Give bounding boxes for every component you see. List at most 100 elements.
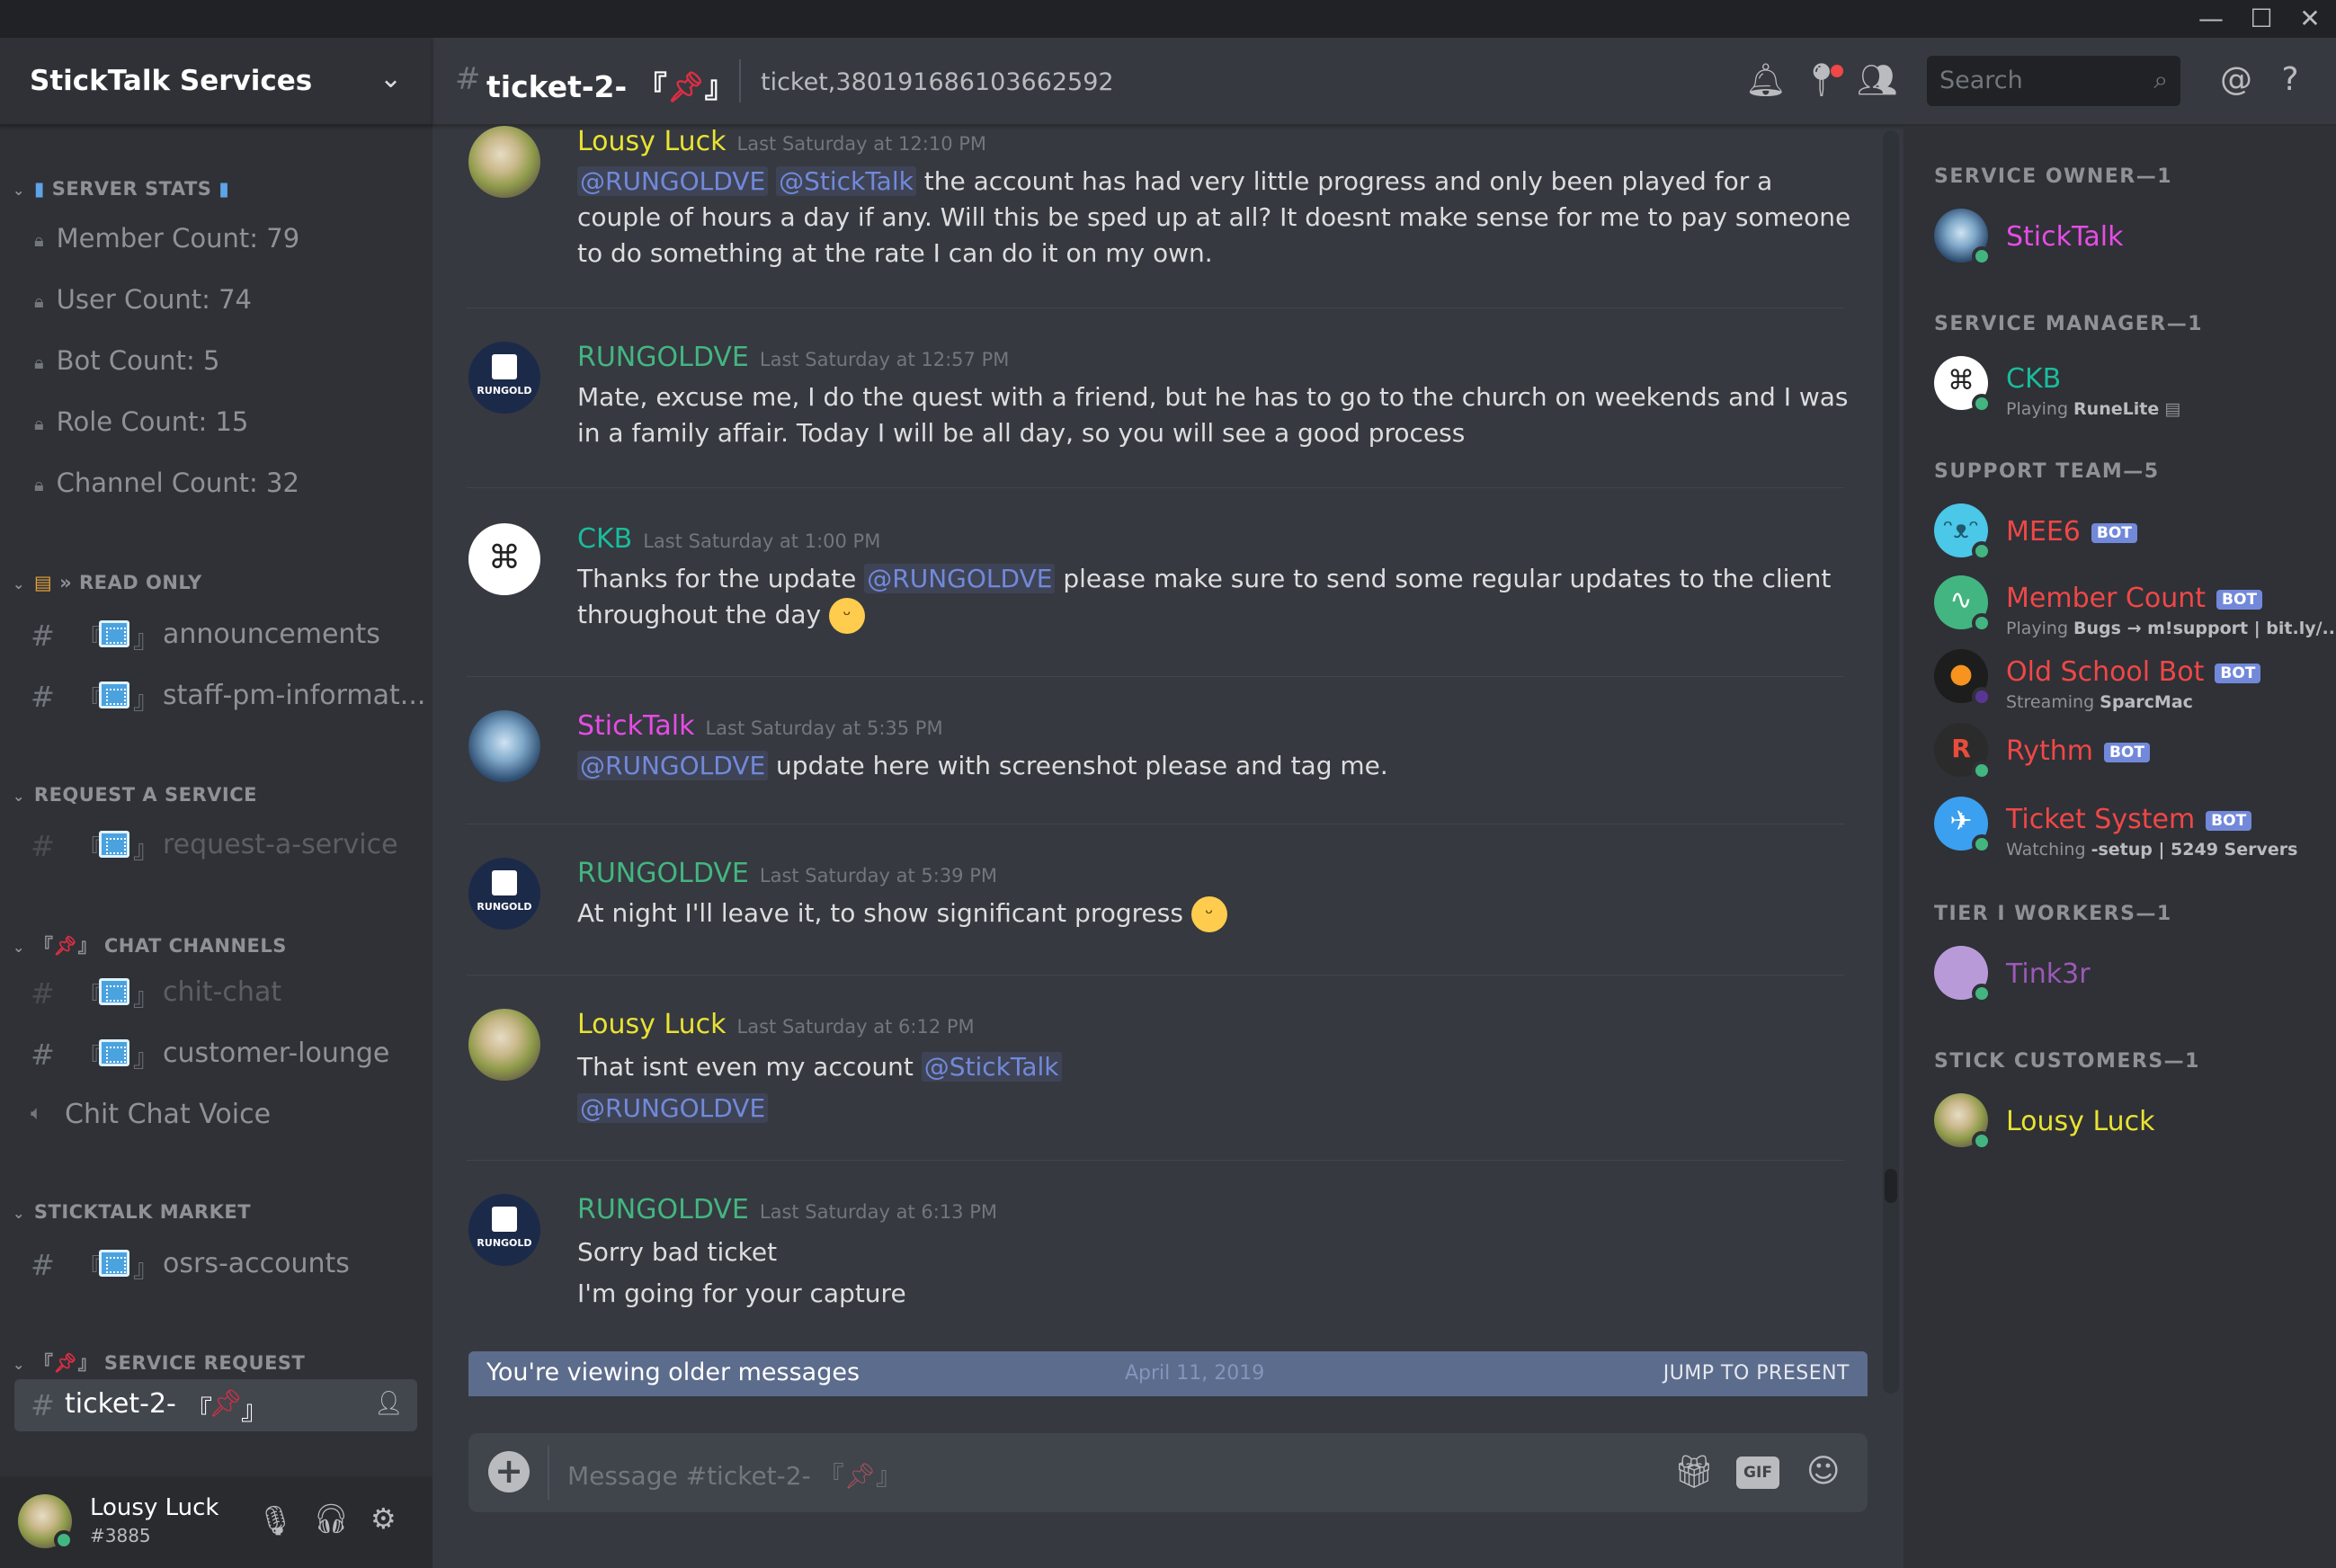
member-mee6[interactable]: ᵔᴥᵔ MEE6 BOT	[1934, 503, 2330, 566]
caret-icon: ⌄	[13, 788, 25, 805]
channel-topic: ticket,380191686103662592	[761, 68, 1114, 96]
category-server-stats[interactable]: ⌄ ▮ SERVER STATS ▮	[13, 178, 229, 200]
gift-icon[interactable]: 🎁︎	[1673, 1453, 1715, 1491]
title-bar: — ☐ ✕	[0, 0, 2336, 38]
timestamp: Last Saturday at 5:35 PM	[705, 717, 943, 739]
mention[interactable]: @StickTalk	[776, 166, 916, 196]
member-activity: Playing RuneLite ▤	[2006, 399, 2180, 419]
minimize-button[interactable]: —	[2183, 0, 2239, 38]
author-avatar[interactable]	[468, 1009, 540, 1081]
author-name[interactable]: RUNGOLDVE	[577, 1194, 749, 1225]
help-icon[interactable]: ?	[2270, 61, 2310, 98]
add-member-icon[interactable]: 👤︎	[374, 1390, 404, 1417]
member-lousy-luck[interactable]: Lousy Luck	[1934, 1093, 2330, 1156]
jump-to-present-button[interactable]: JUMP TO PRESENT	[1663, 1362, 1850, 1385]
bell-icon[interactable]: 🔔︎	[1745, 61, 1787, 99]
message-body: That isnt even my account @StickTalk @RUN…	[577, 1047, 1854, 1129]
message-input[interactable]: Message #ticket-2- 『📌︎』	[567, 1457, 901, 1492]
author-name[interactable]: Lousy Luck	[577, 126, 727, 157]
caret-icon: ⌄	[13, 575, 25, 592]
member-rythm[interactable]: R Rythm BOT	[1934, 723, 2330, 786]
lock-icon: 🔒︎	[34, 413, 44, 434]
chart-icon: ▮	[218, 178, 230, 200]
category-chat-channels[interactable]: ⌄ 『📌︎』 CHAT CHANNELS	[13, 931, 287, 958]
channel-osrs-accounts[interactable]: # 『』 osrs-accounts	[14, 1239, 417, 1287]
category-read-only[interactable]: ⌄ ▤ » READ ONLY	[13, 572, 202, 593]
mention[interactable]: @RUNGOLDVE	[577, 1093, 769, 1123]
chevron-down-icon[interactable]: ⌄	[379, 63, 402, 94]
author-name[interactable]: RUNGOLDVE	[577, 858, 749, 889]
author-avatar[interactable]: ⌘	[468, 523, 540, 595]
author-name[interactable]: Lousy Luck	[577, 1009, 727, 1040]
member-sticktalk[interactable]: StickTalk	[1934, 209, 2330, 272]
stat-role-count[interactable]: 🔒︎ Role Count: 15	[34, 406, 248, 437]
member-old-school-bot[interactable]: ● Old School Bot BOT Streaming SparcMac	[1934, 649, 2330, 712]
unread-dot	[1831, 65, 1843, 77]
headphones-icon[interactable]: 🎧︎	[313, 1501, 350, 1536]
author-avatar[interactable]: RUNGOLD	[468, 342, 540, 414]
building-icon	[99, 682, 129, 708]
lock-icon: 🔒︎	[34, 352, 44, 373]
message-composer: + Message #ticket-2- 『📌︎』 🎁︎ GIF ☺	[468, 1433, 1868, 1512]
author-name[interactable]: RUNGOLDVE	[577, 342, 749, 373]
author-name[interactable]: StickTalk	[577, 710, 694, 742]
online-status-icon	[1972, 394, 1992, 414]
channel-announcements[interactable]: # 『』 announcements	[14, 610, 417, 658]
channel-customer-lounge[interactable]: # 『』 customer-lounge	[14, 1029, 417, 1077]
maximize-button[interactable]: ☐	[2233, 0, 2289, 38]
mention[interactable]: @RUNGOLDVE	[577, 751, 769, 780]
role-header-manager: SERVICE MANAGER—1	[1934, 313, 2204, 335]
pushpin-icon: 📌︎	[209, 1388, 244, 1420]
category-request-service[interactable]: ⌄ REQUEST A SERVICE	[13, 784, 257, 806]
mention[interactable]: @StickTalk	[921, 1052, 1062, 1082]
activity-verb: Watching	[2006, 840, 2091, 860]
author-avatar[interactable]: RUNGOLD	[468, 1194, 540, 1266]
emoji-picker-icon[interactable]: ☺	[1806, 1453, 1841, 1490]
channel-chit-chat[interactable]: # 『』 chit-chat	[14, 967, 417, 1016]
member-ticket-system[interactable]: ✈ Ticket System BOT Watching -setup | 524…	[1934, 797, 2330, 860]
microphone-icon[interactable]: 🎙︎	[257, 1503, 294, 1537]
stat-bot-count[interactable]: 🔒︎ Bot Count: 5	[34, 345, 219, 376]
author-line: StickTalk Last Saturday at 5:35 PM	[577, 710, 943, 742]
member-list-icon[interactable]: 👥︎	[1857, 61, 1898, 99]
member-name: Member Count BOT	[2006, 583, 2263, 614]
mention[interactable]: @RUNGOLDVE	[577, 166, 769, 196]
locked-hash-icon: #	[31, 1038, 55, 1072]
bot-tag: BOT	[2216, 589, 2263, 610]
settings-gear-icon[interactable]: ⚙	[370, 1501, 397, 1536]
online-status-icon	[1972, 984, 1992, 1003]
author-line: Lousy Luck Last Saturday at 6:12 PM	[577, 1009, 975, 1040]
message-scrollbar[interactable]	[1883, 130, 1899, 1394]
author-avatar[interactable]: RUNGOLD	[468, 858, 540, 930]
message-body: Thanks for the update @RUNGOLDVE please …	[577, 561, 1854, 634]
add-attachment-icon[interactable]: +	[488, 1451, 530, 1492]
channel-staff-pm[interactable]: # 『』 staff-pm-informat...	[14, 671, 425, 719]
server-header[interactable]: StickTalk Services ⌄	[0, 38, 432, 126]
stat-member-count[interactable]: 🔒︎ Member Count: 79	[34, 223, 299, 254]
stat-user-count[interactable]: 🔒︎ User Count: 74	[34, 284, 252, 315]
member-name: CKB	[2006, 363, 2062, 395]
channel-chit-chat-voice[interactable]: 🔈︎ Chit Chat Voice	[14, 1090, 417, 1138]
channel-request-a-service[interactable]: # 『』 request-a-service	[14, 820, 417, 869]
scrollbar-thumb[interactable]	[1885, 1169, 1897, 1203]
mentions-icon[interactable]: @	[2216, 61, 2256, 98]
member-member-count[interactable]: ∿ Member Count BOT Playing Bugs → m!suppo…	[1934, 575, 2336, 638]
member-ckb[interactable]: ⌘ CKB Playing RuneLite ▤	[1934, 356, 2330, 419]
member-tink3r[interactable]: Tink3r	[1934, 946, 2330, 1009]
mention[interactable]: @RUNGOLDVE	[864, 564, 1056, 593]
stat-channel-count[interactable]: 🔒︎ Channel Count: 32	[34, 468, 299, 498]
message-text: Mate, excuse me, I do the quest with a f…	[577, 382, 1849, 448]
category-service-request[interactable]: ⌄ 『📌︎』 SERVICE REQUEST	[13, 1349, 305, 1376]
author-name[interactable]: CKB	[577, 523, 632, 555]
search-box[interactable]: Search ⌕	[1927, 56, 2180, 106]
author-avatar[interactable]	[468, 710, 540, 782]
gif-button[interactable]: GIF	[1736, 1457, 1779, 1489]
older-messages-banner[interactable]: You're viewing older messages April 11, …	[468, 1351, 1868, 1396]
caret-icon: ⌄	[13, 1205, 25, 1222]
author-avatar[interactable]	[468, 126, 540, 198]
channel-ticket-2[interactable]: # ticket-2- 『📌︎』 👤︎	[14, 1379, 417, 1431]
close-button[interactable]: ✕	[2282, 0, 2336, 38]
search-input[interactable]: Search	[1939, 67, 2023, 94]
locked-hash-icon: #	[455, 61, 481, 97]
category-sticktalk-market[interactable]: ⌄ STICKTALK MARKET	[13, 1201, 251, 1223]
